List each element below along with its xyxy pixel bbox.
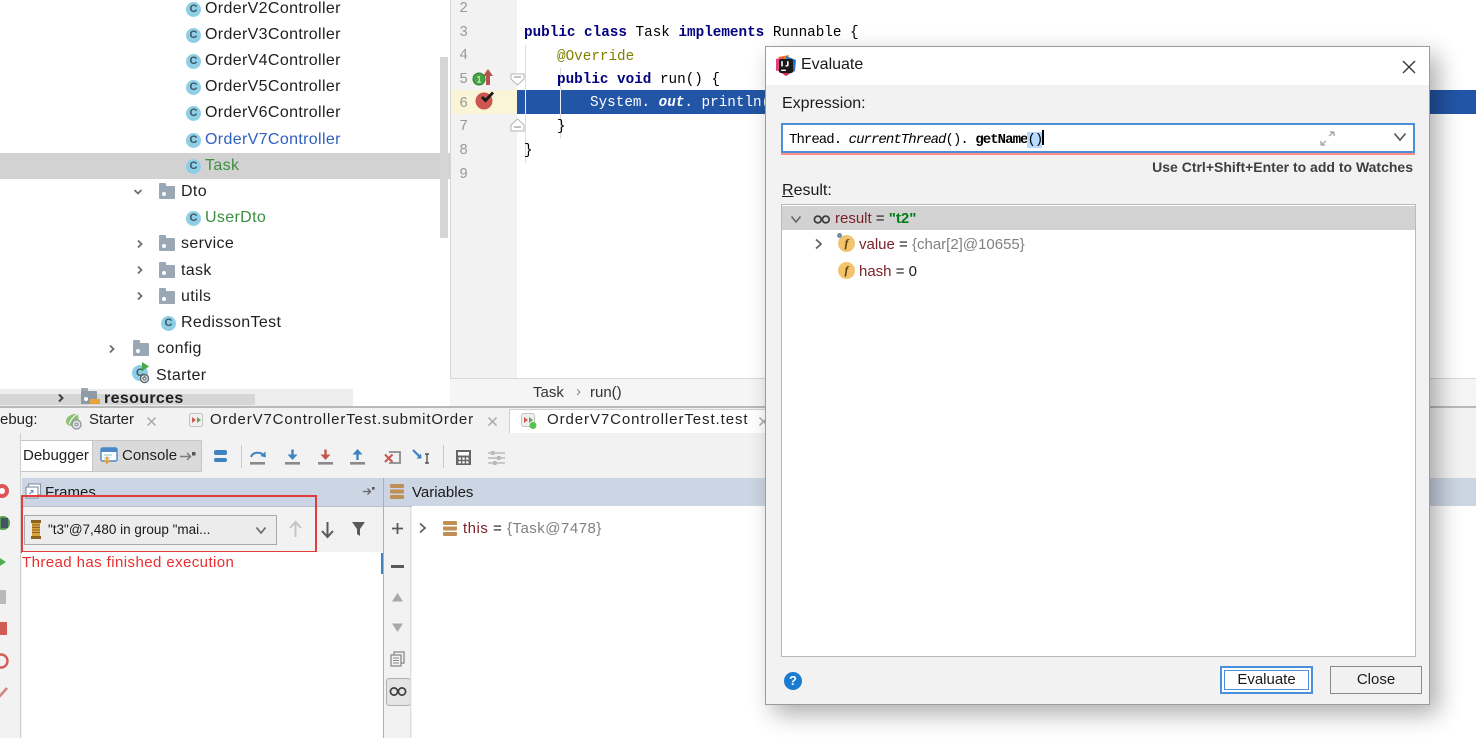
svg-text:1: 1 (476, 75, 481, 85)
